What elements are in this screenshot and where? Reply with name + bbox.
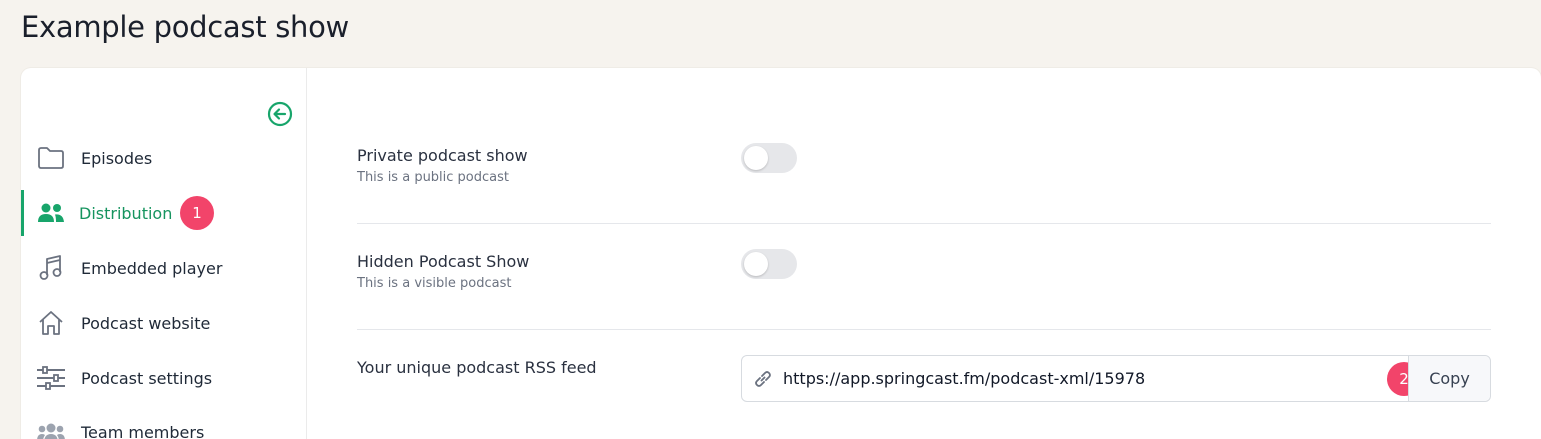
- sidebar-item-podcast-settings[interactable]: Podcast settings: [21, 353, 307, 403]
- private-show-description: This is a public podcast: [357, 170, 510, 185]
- link-icon: [752, 368, 774, 390]
- folder-icon: [36, 144, 66, 172]
- toggle-knob: [744, 146, 768, 170]
- page-title: Example podcast show: [21, 10, 349, 44]
- arrow-left-circle-icon: [267, 101, 293, 127]
- collapse-sidebar-button[interactable]: [267, 101, 293, 127]
- sidebar-item-label: Episodes: [81, 148, 153, 168]
- active-indicator: [21, 190, 24, 236]
- private-show-toggle[interactable]: [741, 143, 797, 173]
- settings-panel: Private podcast show This is a public po…: [357, 68, 1491, 439]
- hidden-show-label: Hidden Podcast Show: [357, 252, 530, 271]
- sidebar-item-label: Podcast website: [81, 313, 211, 333]
- sidebar-item-embedded-player[interactable]: Embedded player: [21, 243, 307, 293]
- hidden-show-toggle[interactable]: [741, 249, 797, 279]
- sidebar-item-distribution[interactable]: Distribution 1: [21, 188, 307, 238]
- rss-feed-field: https://app.springcast.fm/podcast-xml/15…: [741, 355, 1491, 402]
- rss-feed-url[interactable]: https://app.springcast.fm/podcast-xml/15…: [783, 369, 1145, 388]
- team-icon: [36, 418, 66, 439]
- divider: [357, 223, 1491, 224]
- rss-feed-label: Your unique podcast RSS feed: [357, 358, 597, 377]
- sidebar-item-label: Podcast settings: [81, 368, 213, 388]
- sidebar-item-podcast-website[interactable]: Podcast website: [21, 298, 307, 348]
- divider: [357, 329, 1491, 330]
- sidebar: Episodes Distribution 1 Embedded player …: [21, 68, 307, 439]
- sidebar-item-label: Embedded player: [81, 258, 223, 278]
- copy-button[interactable]: Copy: [1408, 356, 1490, 401]
- sidebar-item-team-members[interactable]: Team members: [21, 407, 307, 439]
- content-card: Episodes Distribution 1 Embedded player …: [21, 68, 1541, 439]
- sidebar-item-label: Team members: [81, 422, 205, 439]
- home-icon: [36, 309, 66, 337]
- toggle-knob: [744, 252, 768, 276]
- sliders-icon: [36, 364, 66, 392]
- users-icon: [36, 199, 66, 227]
- step-badge: 1: [180, 196, 214, 230]
- private-show-label: Private podcast show: [357, 146, 528, 165]
- music-note-icon: [36, 254, 66, 282]
- hidden-show-description: This is a visible podcast: [357, 276, 512, 291]
- sidebar-item-label: Distribution: [79, 203, 173, 223]
- sidebar-item-episodes[interactable]: Episodes: [21, 133, 307, 183]
